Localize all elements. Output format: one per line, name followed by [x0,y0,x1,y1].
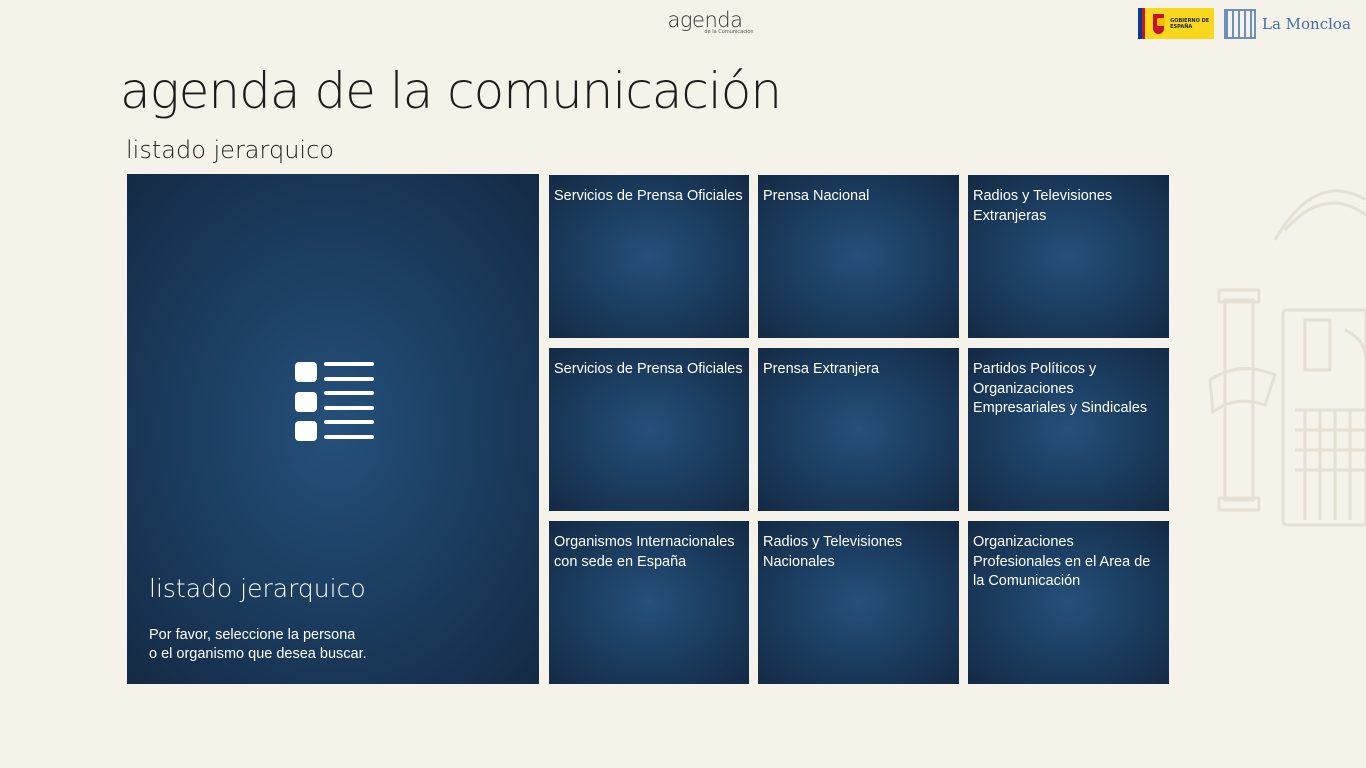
tile-label: Servicios de Prensa Oficiales [554,188,743,204]
gobierno-logo: GOBIERNO DE ESPAÑA [1138,8,1214,39]
tile-label: Prensa Extranjera [763,361,880,377]
gobierno-logo-text: GOBIERNO DE ESPAÑA [1170,17,1210,30]
tile-description-line: o el organismo que desea buscar. [149,646,367,662]
tile-title: listado jerarquico [149,574,366,603]
tile-description: Por favor, seleccione la persona o el or… [149,626,367,664]
tile-radios-tv-extranjeras[interactable]: Radios y Televisiones Extranjeras [968,175,1169,338]
list-icon [295,362,374,441]
moncloa-building-icon [1224,8,1256,39]
app-logo: agenda de la Comunicación [640,8,770,35]
tile-label: Organizaciones Profesionales en el Area … [973,534,1151,589]
page-title: agenda de la comunicación [120,62,782,120]
tile-radios-tv-nacionales[interactable]: Radios y Televisiones Nacionales [758,521,959,684]
tile-label: Radios y Televisiones Nacionales [763,534,903,570]
tile-organizaciones-profesionales[interactable]: Organizaciones Profesionales en el Area … [968,521,1169,684]
coat-of-arms-watermark-icon [1208,189,1366,527]
tile-label: Partidos Políticos y Organizaciones Empr… [973,361,1148,416]
tile-organismos-internacionales[interactable]: Organismos Internacionales con sede en E… [549,521,749,684]
tile-description-line: Por favor, seleccione la persona [149,627,356,643]
moncloa-logo-text: La Moncloa [1262,14,1351,33]
tile-servicios-prensa-oficiales-2[interactable]: Servicios de Prensa Oficiales [549,348,749,511]
page-subtitle: listado jerarquico [126,136,334,164]
tile-label: Prensa Nacional [763,188,870,204]
tile-prensa-nacional[interactable]: Prensa Nacional [758,175,959,338]
tile-prensa-extranjera[interactable]: Prensa Extranjera [758,348,959,511]
tile-label: Servicios de Prensa Oficiales [554,361,743,377]
moncloa-logo: La Moncloa [1224,8,1351,39]
coat-of-arms-icon [1152,13,1166,34]
tile-listado-jerarquico[interactable]: listado jerarquico Por favor, seleccione… [127,174,539,684]
tile-servicios-prensa-oficiales[interactable]: Servicios de Prensa Oficiales [549,175,749,338]
tile-partidos-politicos[interactable]: Partidos Políticos y Organizaciones Empr… [968,348,1169,511]
tile-label: Organismos Internacionales con sede en E… [554,534,735,570]
tile-label: Radios y Televisiones Extranjeras [973,188,1113,224]
